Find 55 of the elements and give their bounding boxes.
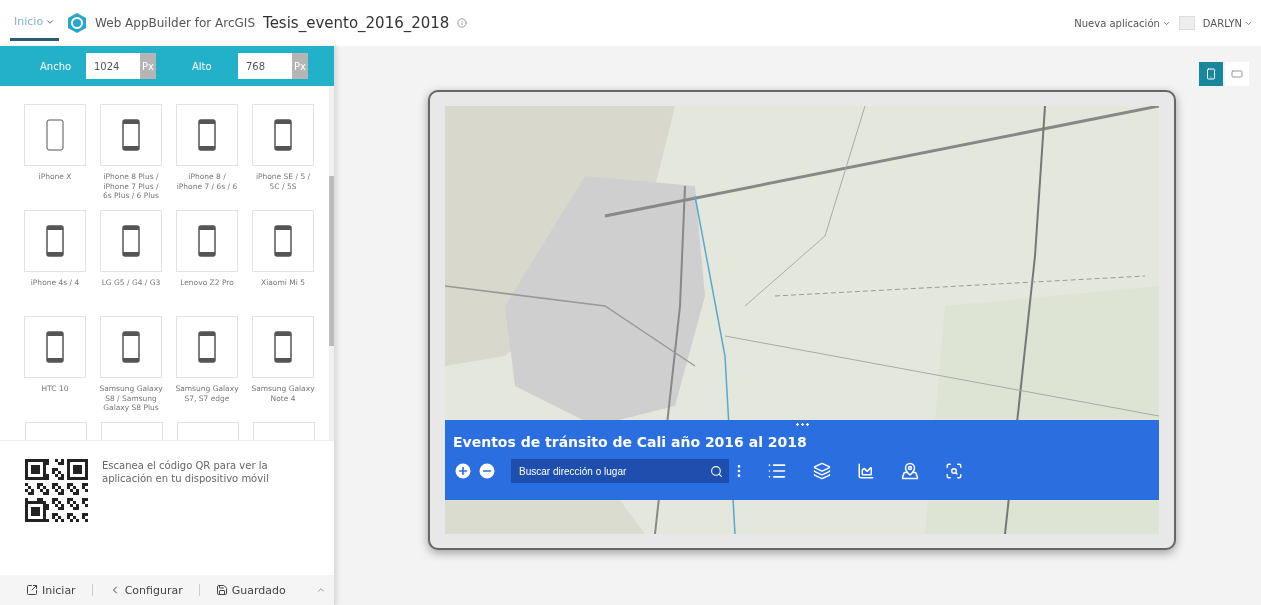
height-label: Alto <box>192 60 213 72</box>
logo-icon <box>67 13 88 33</box>
device-card[interactable] <box>176 104 238 166</box>
device-card[interactable] <box>176 210 238 272</box>
user-menu[interactable]: DARLYN <box>1202 17 1253 29</box>
device-card[interactable] <box>100 210 162 272</box>
width-field[interactable]: 1024 Px <box>86 53 156 79</box>
device-card[interactable] <box>252 210 314 272</box>
app-title-text: Eventos de tránsito de Cali año 2016 al 2018 <box>453 434 808 450</box>
unit-label: Px <box>292 53 308 79</box>
portrait-button[interactable] <box>1199 62 1223 86</box>
launch-button[interactable]: Iniciar <box>26 583 76 597</box>
phone-icon <box>1205 68 1217 80</box>
unit-label: Px <box>140 53 156 79</box>
device-card[interactable] <box>100 316 162 378</box>
search-input[interactable]: Buscar dirección o lugar <box>517 464 710 478</box>
device-card[interactable] <box>252 316 314 378</box>
phone-icon <box>122 225 140 257</box>
phone-icon <box>46 119 64 151</box>
scrollbar[interactable] <box>329 86 334 440</box>
phone-icon <box>198 119 216 151</box>
new-app-menu[interactable]: Nueva aplicación <box>1074 17 1171 29</box>
qr-hint: Escanea el código QR para ver la aplicación en tu dispositivo móvil <box>102 459 270 486</box>
phone-icon <box>46 225 64 257</box>
drag-handle[interactable] <box>795 423 809 426</box>
phone-icon <box>46 331 64 363</box>
save-button[interactable]: Guardado <box>215 583 286 597</box>
phone-icon <box>274 331 292 363</box>
phone-icon <box>274 225 292 257</box>
phone-icon <box>274 119 292 151</box>
product-name: Web AppBuilder for ArcGIS <box>95 16 256 30</box>
external-link-icon <box>26 584 38 596</box>
avatar <box>1178 16 1195 30</box>
height-field[interactable]: 768 Px <box>238 53 308 79</box>
app-title: Tesis_evento_2016_2018 <box>263 14 450 32</box>
qr-code <box>25 459 88 522</box>
zoom-out-button[interactable] <box>477 461 497 481</box>
width-label: Ancho <box>40 60 73 72</box>
zoom-in-button[interactable] <box>453 461 473 481</box>
width-input[interactable]: 1024 <box>86 60 140 72</box>
phone-icon <box>122 331 140 363</box>
phone-icon <box>198 331 216 363</box>
rectangle-icon <box>1231 68 1243 80</box>
search-icon[interactable] <box>710 464 723 478</box>
device-card[interactable] <box>100 104 162 166</box>
height-input[interactable]: 768 <box>238 60 292 72</box>
save-icon <box>215 584 228 596</box>
search-field[interactable]: Buscar dirección o lugar <box>511 459 729 483</box>
device-card[interactable] <box>24 316 86 378</box>
device-card[interactable] <box>24 210 86 272</box>
phone-icon <box>122 119 140 151</box>
device-card[interactable] <box>252 104 314 166</box>
phone-icon <box>198 225 216 257</box>
device-card[interactable] <box>176 316 238 378</box>
configure-button[interactable]: Configurar <box>108 583 183 597</box>
